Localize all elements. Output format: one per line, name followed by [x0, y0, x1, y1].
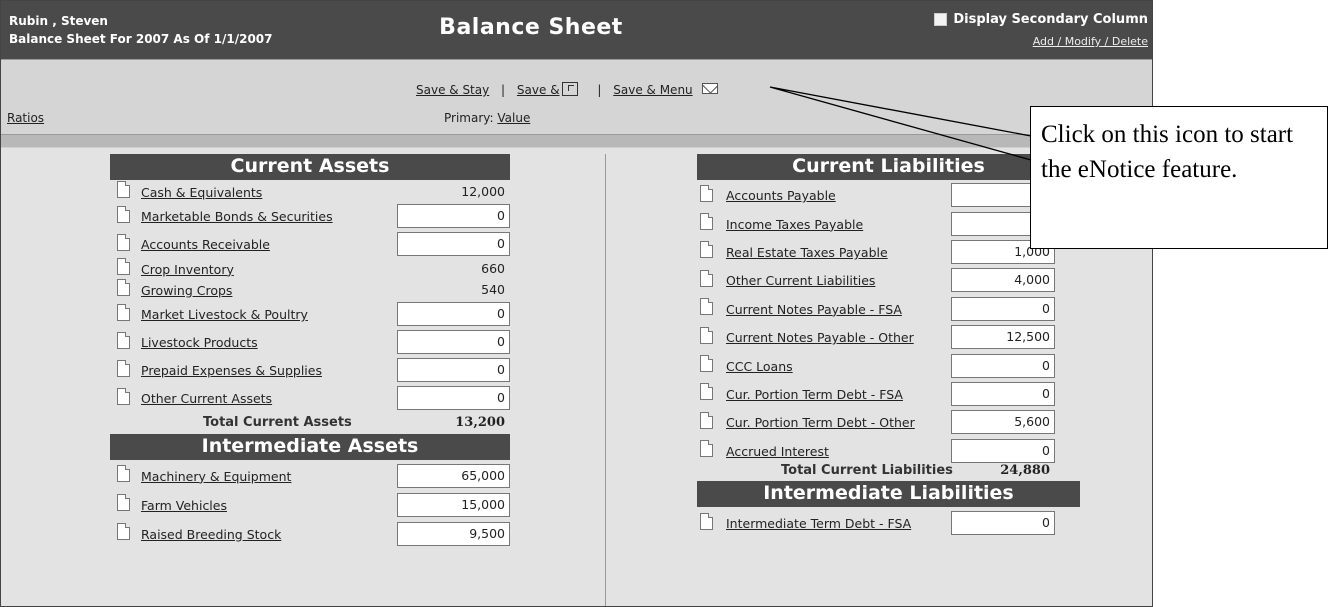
value-input[interactable]: 0	[951, 438, 1055, 463]
balance-row: Intermediate Term Debt - FSA 0	[1, 508, 1152, 538]
ratios-link[interactable]: Ratios	[7, 111, 44, 125]
callout-box: Click on this icon to start the eNotice …	[1030, 106, 1328, 249]
save-and-label: Save &	[516, 83, 560, 97]
row-label-link[interactable]: Accounts Payable	[726, 188, 836, 203]
value-input[interactable]: 0	[951, 381, 1055, 406]
row-label-link[interactable]: Other Current Liabilities	[726, 273, 875, 288]
row-label-link[interactable]: Intermediate Term Debt - FSA	[726, 516, 911, 531]
toolbar: Save & Stay | Save & | Save & Menu Ratio…	[1, 59, 1152, 134]
row-label-link[interactable]: Real Estate Taxes Payable	[726, 245, 888, 260]
balance-row: Cur. Portion Term Debt - FSA 0	[1, 380, 1152, 408]
row-label-link[interactable]: Current Notes Payable - Other	[726, 330, 914, 345]
save-return-icon[interactable]	[561, 82, 578, 96]
document-icon[interactable]	[700, 184, 713, 202]
checkbox-icon[interactable]	[934, 13, 948, 26]
row-label-link[interactable]: Income Taxes Payable	[726, 217, 863, 232]
balance-row: Accrued Interest 0	[1, 437, 1152, 465]
separator: |	[501, 83, 506, 97]
section-header: Current Assets	[110, 154, 510, 180]
row-label-link[interactable]: Machinery & Equipment	[141, 469, 291, 484]
callout-text: Click on this icon to start the eNotice …	[1041, 121, 1294, 183]
balance-row: Income Taxes Payable	[1, 209, 1152, 237]
save-stay-link[interactable]: Save & Stay	[416, 83, 489, 97]
value-input[interactable]: 0	[951, 296, 1055, 321]
row-label-link[interactable]: Cur. Portion Term Debt - FSA	[726, 387, 903, 402]
display-secondary-column-toggle[interactable]: Display Secondary Column	[934, 12, 1148, 27]
document-icon[interactable]	[700, 411, 713, 429]
document-icon[interactable]	[700, 383, 713, 401]
document-icon[interactable]	[700, 241, 713, 259]
document-icon[interactable]	[700, 269, 713, 287]
balance-row: Other Current Liabilities 4,000	[1, 266, 1152, 294]
balance-row: Real Estate Taxes Payable 1,000	[1, 238, 1152, 266]
client-name: Rubin , Steven	[9, 14, 108, 28]
balance-row: Accounts Payable1,	[1, 181, 1152, 209]
section-header: Intermediate Liabilities	[697, 481, 1080, 507]
display-secondary-column-label: Display Secondary Column	[953, 12, 1148, 27]
document-icon[interactable]	[700, 326, 713, 344]
save-return-link[interactable]: Save &	[516, 82, 578, 97]
add-modify-delete-link[interactable]: Add / Modify / Delete	[1033, 35, 1148, 48]
primary-value-link[interactable]: Value	[497, 111, 530, 125]
total-current-liabilities-value: 24,880	[1000, 463, 1050, 478]
balance-row: Current Notes Payable - Other 12,500	[1, 323, 1152, 351]
envelope-icon[interactable]	[702, 83, 719, 94]
primary-column-selector: Primary: Value	[444, 111, 530, 125]
value-input[interactable]: 4,000	[951, 268, 1055, 293]
row-label-link[interactable]: Current Notes Payable - FSA	[726, 302, 902, 317]
page-title: Balance Sheet	[439, 15, 623, 40]
document-icon[interactable]	[700, 440, 713, 458]
row-label-link[interactable]: Cur. Portion Term Debt - Other	[726, 415, 915, 430]
row-label-link[interactable]: Accrued Interest	[726, 444, 829, 459]
value-input[interactable]: 0	[951, 353, 1055, 378]
document-icon[interactable]	[117, 465, 130, 482]
save-menu-link[interactable]: Save & Menu	[613, 83, 692, 97]
balance-sheet-window: Rubin , Steven Balance Sheet For 2007 As…	[0, 0, 1153, 607]
toolbar-divider	[1, 134, 1152, 148]
balance-row: Cur. Portion Term Debt - Other 5,600	[1, 408, 1152, 436]
section-header: Current Liabilities	[697, 154, 1080, 180]
save-actions: Save & Stay | Save & | Save & Menu	[416, 82, 719, 97]
row-label-link[interactable]: CCC Loans	[726, 359, 793, 374]
document-icon[interactable]	[700, 355, 713, 373]
value-input[interactable]: 12,500	[951, 325, 1055, 350]
document-icon[interactable]	[700, 213, 713, 231]
balance-row: CCC Loans 0	[1, 351, 1152, 379]
balance-sheet-content: Current Assets Cash & Equivalents 12,000 Ma…	[1, 148, 1152, 606]
document-icon[interactable]	[700, 298, 713, 316]
total-current-liabilities-label: Total Current Liabilities	[781, 463, 953, 478]
primary-label: Primary:	[444, 111, 494, 125]
value-input[interactable]: 0	[951, 511, 1055, 535]
balance-sheet-subtitle: Balance Sheet For 2007 As Of 1/1/2007	[9, 32, 273, 46]
balance-row: Current Notes Payable - FSA 0	[1, 295, 1152, 323]
value-input[interactable]: 65,000	[397, 463, 510, 488]
separator: |	[597, 83, 602, 97]
document-icon[interactable]	[700, 512, 713, 530]
value-input[interactable]: 5,600	[951, 410, 1055, 435]
page-header: Rubin , Steven Balance Sheet For 2007 As…	[1, 1, 1152, 59]
